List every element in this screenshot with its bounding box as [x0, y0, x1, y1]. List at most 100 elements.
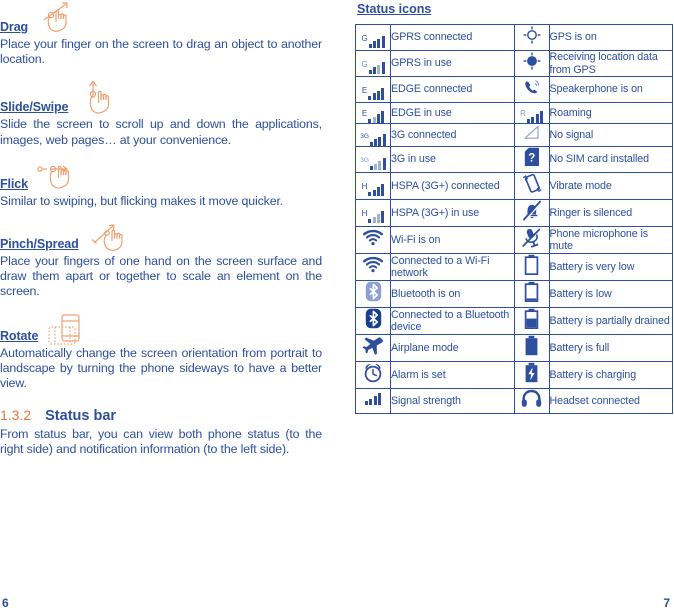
status-label: GPRS connected [390, 24, 515, 51]
svg-text:?: ? [528, 153, 535, 165]
table-row: 3G 3G in use ? No SIM card installed [355, 146, 673, 174]
status-label: 3G in use [390, 146, 515, 174]
status-label: Airplane mode [390, 334, 515, 363]
table-row: E EDGE in use R Roaming [355, 102, 673, 125]
bluetooth-connected-icon [355, 307, 391, 336]
status-label: Vibrate mode [548, 172, 673, 201]
gps-receiving-icon [513, 49, 550, 78]
left-text-column: Drag Place your finger on the screen to … [0, 0, 322, 458]
status-label: GPS is on [548, 24, 673, 51]
status-label: GPRS in use [390, 49, 515, 78]
gps-on-icon [513, 24, 550, 51]
status-label: Battery is full [548, 334, 673, 363]
drag-gesture-icon [36, 0, 82, 34]
flick-gesture-icon [36, 161, 88, 191]
paragraph-flick: Similar to swiping, but flicking makes i… [0, 193, 284, 208]
status-label: Headset connected [548, 388, 673, 415]
status-label: No signal [548, 123, 673, 148]
status-label: HSPA (3G+) connected [390, 172, 515, 201]
hspa-connected-icon: H [355, 172, 391, 201]
page-number-left: 6 [2, 596, 9, 610]
section-heading-pinch-spread: Pinch/Spread [0, 222, 322, 251]
bluetooth-on-icon [355, 280, 391, 309]
battery-very-low-icon [513, 253, 550, 282]
battery-charging-icon [513, 361, 550, 390]
3g-connected-icon: 3G [355, 123, 391, 148]
microphone-mute-icon [513, 226, 550, 255]
3g-in-use-icon: 3G [355, 146, 391, 174]
status-label: Connected to a Wi-Fi network [390, 253, 515, 282]
paragraph-drag: Place your finger on the screen to drag … [0, 37, 322, 67]
status-label: Battery is low [548, 280, 673, 309]
signal-strength-icon [355, 388, 391, 415]
table-row: G GPRS in use Receiving location data fr… [355, 49, 673, 78]
status-label: Phone microphone is mute [548, 226, 673, 255]
table-row: H HSPA (3G+) connected Vibrate mode [355, 172, 673, 201]
table-row: Airplane mode Battery is full [355, 334, 673, 363]
gprs-in-use-icon: G [355, 49, 391, 78]
section-heading-rotate: Rotate [0, 313, 322, 345]
page-number-right: 7 [663, 596, 670, 610]
right-table-column: Status icons G GPRS connected GPS is on … [355, 0, 674, 415]
headset-connected-icon [513, 388, 550, 415]
paragraph-status-bar: From status bar, you can view both phone… [0, 427, 322, 457]
term-drag: Drag [0, 20, 29, 34]
table-row: Connected to a Wi-Fi network Battery is … [355, 253, 673, 282]
wifi-connected-icon [355, 253, 391, 282]
table-row: Wi-Fi is on Phone microphone is mute [355, 226, 673, 255]
status-icons-table: G GPRS connected GPS is on G GPRS in use… [355, 24, 673, 415]
status-label: Battery is very low [548, 253, 673, 282]
subsection-number: 1.3.2 [0, 407, 32, 424]
status-label: Roaming [548, 102, 673, 125]
status-label: Battery is charging [548, 361, 673, 390]
battery-partial-icon [513, 307, 550, 336]
status-label: Battery is partially drained [548, 307, 673, 336]
term-slide-swipe: Slide/Swipe [0, 100, 69, 115]
status-label: Speakerphone is on [548, 76, 673, 104]
roaming-icon: R [513, 102, 550, 125]
paragraph-slide-swipe: Slide the screen to scroll up and down t… [0, 117, 322, 147]
status-label: No SIM card installed [548, 146, 673, 174]
section-heading-flick: Flick [0, 161, 322, 191]
airplane-mode-icon [355, 334, 391, 363]
status-label: Connected to a Bluetooth device [390, 307, 515, 336]
status-icons-heading: Status icons [357, 2, 432, 16]
table-row: E EDGE connected Speakerphone is on [355, 76, 673, 104]
term-pinch-spread: Pinch/Spread [0, 237, 79, 252]
section-heading-slide-swipe: Slide/Swipe [0, 80, 322, 114]
term-flick: Flick [0, 176, 28, 191]
battery-low-icon [513, 280, 550, 309]
rotate-gesture-icon [46, 313, 86, 345]
slide-swipe-gesture-icon [76, 80, 122, 114]
battery-full-icon [513, 334, 550, 363]
section-heading-drag: Drag [0, 0, 322, 34]
status-label: HSPA (3G+) in use [390, 199, 515, 228]
table-row: Bluetooth is on Battery is low [355, 280, 673, 309]
status-label: Bluetooth is on [390, 280, 515, 309]
table-row: 3G 3G connected No signal [355, 123, 673, 148]
pinch-spread-gesture-icon [87, 222, 137, 251]
status-label: Receiving location data from GPS [548, 49, 673, 78]
status-label: Ringer is silenced [548, 199, 673, 228]
ringer-silenced-icon [513, 199, 550, 228]
status-label: EDGE in use [390, 102, 515, 125]
speakerphone-icon [513, 76, 550, 104]
status-label: Wi-Fi is on [390, 226, 515, 255]
table-row: Connected to a Bluetooth device Battery … [355, 307, 673, 336]
term-rotate: Rotate [0, 328, 39, 343]
edge-connected-icon: E [355, 76, 391, 104]
vibrate-mode-icon [513, 172, 550, 201]
subsection-heading-status-bar: 1.3.2 Status bar [0, 407, 322, 424]
hspa-in-use-icon: H [355, 199, 391, 228]
edge-in-use-icon: E [355, 102, 391, 125]
gprs-connected-icon: G [355, 24, 391, 51]
status-label: EDGE connected [390, 76, 515, 104]
no-sim-card-icon: ? [513, 146, 550, 174]
table-row: Signal strength Headset connected [355, 388, 673, 415]
no-signal-icon [513, 123, 550, 148]
paragraph-pinch-spread: Place your fingers of one hand on the sc… [0, 254, 322, 299]
table-row: G GPRS connected GPS is on [355, 24, 673, 51]
status-label: Alarm is set [390, 361, 515, 390]
wifi-on-icon [355, 226, 391, 255]
subsection-title: Status bar [45, 408, 117, 425]
